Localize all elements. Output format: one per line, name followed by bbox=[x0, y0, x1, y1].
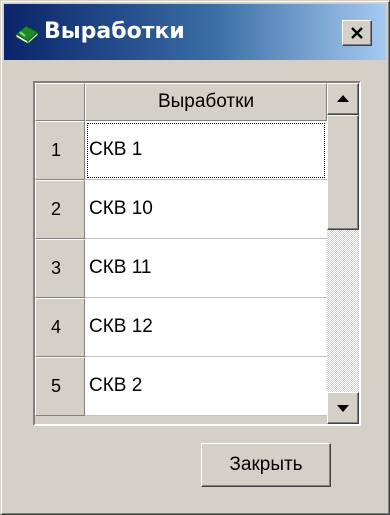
vertical-scrollbar[interactable] bbox=[327, 83, 359, 424]
row-number[interactable]: 1 bbox=[35, 121, 85, 180]
table-row[interactable]: 3 СКВ 11 bbox=[35, 239, 327, 298]
window-close-button[interactable] bbox=[342, 20, 372, 46]
table-row[interactable]: 2 СКВ 10 bbox=[35, 180, 327, 239]
row-number[interactable]: 2 bbox=[35, 180, 85, 239]
row-number[interactable]: 4 bbox=[35, 298, 85, 357]
table-row[interactable]: 1 СКВ 1 bbox=[35, 121, 327, 180]
close-icon bbox=[351, 27, 363, 39]
column-header-workings[interactable]: Выработки bbox=[85, 83, 327, 121]
table-cell[interactable]: СКВ 2 bbox=[85, 357, 327, 416]
scroll-down-button[interactable] bbox=[327, 392, 359, 424]
title-bar[interactable]: Выработки bbox=[4, 4, 386, 60]
green-book-icon bbox=[15, 25, 39, 46]
dialog-window: Выработки Выработки 1 СКВ 1 2 СКВ 10 3 С… bbox=[0, 0, 390, 515]
table-row[interactable]: 4 СКВ 12 bbox=[35, 298, 327, 357]
arrow-down-icon bbox=[337, 405, 349, 412]
scrollbar-thumb[interactable] bbox=[327, 115, 359, 230]
table-cell[interactable]: СКВ 10 bbox=[85, 180, 327, 239]
row-number[interactable]: 3 bbox=[35, 239, 85, 298]
row-number[interactable]: 5 bbox=[35, 357, 85, 416]
grid-corner-cell[interactable] bbox=[35, 83, 85, 121]
table-cell[interactable]: СКВ 12 bbox=[85, 298, 327, 357]
arrow-up-icon bbox=[337, 95, 349, 102]
scroll-up-button[interactable] bbox=[327, 83, 359, 115]
close-dialog-button[interactable]: Закрыть bbox=[201, 443, 331, 487]
window-title: Выработки bbox=[44, 19, 185, 44]
workings-grid: Выработки 1 СКВ 1 2 СКВ 10 3 СКВ 11 4 СК… bbox=[33, 81, 361, 426]
table-cell[interactable]: СКВ 11 bbox=[85, 239, 327, 298]
table-row[interactable]: 5 СКВ 2 bbox=[35, 357, 327, 416]
table-cell[interactable]: СКВ 1 bbox=[85, 121, 327, 180]
